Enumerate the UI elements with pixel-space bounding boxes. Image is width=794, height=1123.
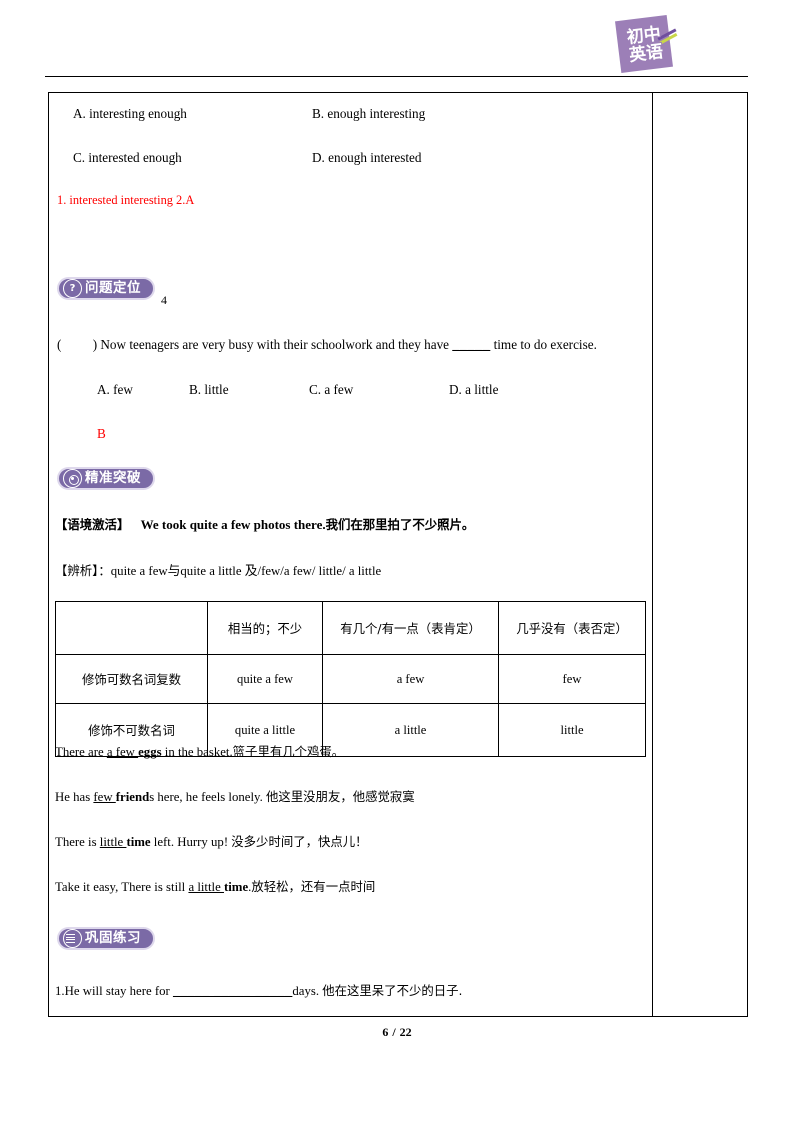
question-blank: _____ [452, 337, 491, 352]
page-header: 初中 英语 [0, 0, 794, 92]
table-row-0-cell-1: a few [322, 654, 499, 704]
footer-current-page: 6 [382, 1025, 389, 1039]
header-divider-rule [45, 76, 748, 77]
example-sentence-1: There are a few eggs in the basket.篮子里有几… [55, 744, 345, 759]
example-4-chinese: 放轻松，还有一点时间 [251, 879, 376, 894]
table-row-0-cell-0: quite a few [207, 654, 323, 704]
example-1-pre: There are [55, 745, 107, 759]
example-1-post: in the basket. [161, 745, 233, 759]
context-activation-tag: 【语境激活】 [55, 517, 130, 532]
prev-option-d: D. enough interested [312, 150, 422, 165]
brand-logo: 初中 英语 [615, 15, 678, 74]
question-option-c: C. a few [309, 382, 354, 397]
question-mark-glyph: ? [69, 282, 76, 294]
example-3-post: left. Hurry up! [150, 835, 232, 849]
example-3-underline: little [99, 835, 127, 849]
footer-total-pages: 22 [399, 1025, 412, 1039]
footer-separator: / [392, 1025, 396, 1039]
practice-text-after: days. [292, 984, 323, 998]
example-sentence-4: Take it easy, There is still a little ti… [55, 879, 376, 894]
example-1-underline: a few [106, 745, 139, 759]
table-header-cell-3: 几乎没有（表否定） [498, 601, 646, 655]
practice-number: 1. [55, 984, 65, 998]
badge-precision-breakthrough: 精准突破 [57, 467, 155, 490]
layers-stack-icon [63, 929, 82, 948]
example-1-bold: eggs [138, 745, 162, 759]
badge-question-locate: ? 问题定位 [57, 277, 155, 300]
prev-option-a: A. interesting enough [73, 106, 187, 121]
analysis-line: 【辨析】：quite a few与quite a little 及/few/a … [55, 563, 382, 578]
example-2-chinese: 他这里没朋友，他感觉寂寞 [266, 789, 415, 804]
analysis-tag: 【辨析】： [55, 563, 111, 578]
badge-precision-breakthrough-label: 精准突破 [85, 469, 141, 486]
page-content-table: A. interesting enough B. enough interest… [48, 92, 748, 1017]
prev-option-b: B. enough interesting [312, 106, 426, 121]
analysis-body: quite a few与quite a little 及/few/a few/ … [110, 564, 382, 578]
example-4-underline: a little [188, 880, 224, 894]
example-3-bold: time [126, 835, 151, 849]
example-3-pre: There is [55, 835, 100, 849]
table-header-cell-2: 有几个/有一点（表肯定） [322, 601, 499, 655]
answer-bracket-close: ) [92, 337, 98, 352]
practice-chinese: 他在这里呆了不少的日子. [322, 983, 463, 998]
example-4-pre: Take it easy, There is still [55, 880, 189, 894]
example-3-chinese: 没多少时间了，快点儿！ [231, 834, 368, 849]
table-header-cell-1: 相当的；不少 [207, 601, 323, 655]
example-2-pre: He has [55, 790, 94, 804]
badge-consolidation-practice-label: 巩固练习 [85, 929, 141, 946]
badge-question-locate-suffix: 4 [161, 293, 167, 307]
table-header-cell-0 [55, 601, 208, 655]
context-activation-chinese: 我们在那里拍了不少照片。 [325, 517, 475, 532]
table-row-1-cell-2: little [498, 703, 646, 757]
example-2-bold: friend [115, 790, 150, 804]
table-row: 修饰可数名词复数 quite a few a few few [55, 654, 646, 704]
target-circle-icon [63, 469, 82, 488]
answer-bracket-open: ( [57, 337, 62, 352]
question-mark-circle-icon: ? [63, 279, 82, 298]
example-2-underline: few [93, 790, 116, 804]
table-header-row: 相当的；不少 有几个/有一点（表肯定） 几乎没有（表否定） [55, 601, 646, 655]
table-row-0-cell-2: few [498, 654, 646, 704]
question-option-b: B. little [189, 382, 229, 397]
question-stem-before: Now teenagers are very busy with their s… [100, 337, 450, 352]
main-content-column: A. interesting enough B. enough interest… [49, 93, 653, 1016]
practice-text-before: He will stay here for [64, 984, 173, 998]
grammar-comparison-table: 相当的；不少 有几个/有一点（表肯定） 几乎没有（表否定） 修饰可数名词复数 q… [55, 601, 646, 757]
question-stem: ( ) Now teenagers are very busy with the… [57, 338, 597, 351]
question-answer: B [97, 426, 106, 441]
logo-text-line2: 英语 [628, 41, 665, 66]
prev-option-c: C. interested enough [73, 150, 182, 165]
practice-question-1: 1.He will stay here for _____ _____ ____… [55, 983, 463, 998]
example-sentence-2: He has few friends here, he feels lonely… [55, 789, 415, 804]
prev-answer-line: 1. interested interesting 2.A [57, 193, 195, 207]
badge-consolidation-practice: 巩固练习 [57, 927, 155, 950]
page-footer: 6/22 [0, 1025, 794, 1040]
example-4-bold: time [223, 880, 249, 894]
badge-question-locate-label: 问题定位 [85, 279, 141, 296]
side-notes-column [653, 93, 747, 1016]
example-2-post: s here, he feels lonely. [149, 790, 266, 804]
example-1-chinese: 篮子里有几个鸡蛋。 [232, 744, 345, 759]
example-sentence-3: There is little time left. Hurry up! 没多少… [55, 834, 368, 849]
table-row-1-cell-1: a little [322, 703, 499, 757]
question-option-d: D. a little [449, 382, 499, 397]
practice-blanks: _____ _____ _____ [173, 984, 293, 998]
context-activation-line: 【语境激活】 We took quite a few photos there.… [55, 518, 474, 531]
table-row-0-label: 修饰可数名词复数 [55, 654, 208, 704]
question-stem-after: time to do exercise. [493, 337, 597, 352]
question-option-a: A. few [97, 382, 133, 397]
logo-text: 初中 英语 [613, 13, 678, 78]
context-activation-english: We took quite a few photos there. [140, 517, 326, 532]
